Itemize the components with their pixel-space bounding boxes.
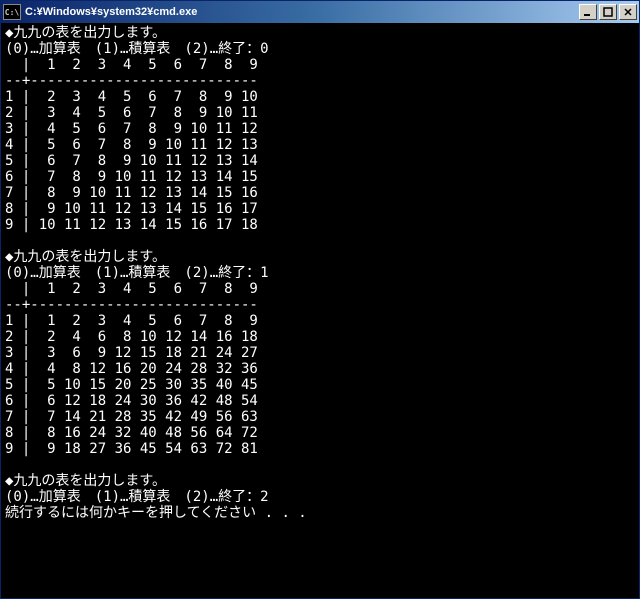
minimize-button[interactable] bbox=[579, 4, 597, 20]
maximize-button[interactable] bbox=[599, 4, 617, 20]
cmd-icon: C:\ bbox=[3, 4, 21, 20]
close-button[interactable] bbox=[619, 4, 637, 20]
window-buttons bbox=[579, 4, 637, 20]
titlebar: C:\ C:¥Windows¥system32¥cmd.exe bbox=[1, 1, 639, 23]
cmd-window: C:\ C:¥Windows¥system32¥cmd.exe ◆九九の表を出力… bbox=[0, 0, 640, 599]
console-output[interactable]: ◆九九の表を出力します。 (0)…加算表 (1)…積算表 (2)…終了：0 | … bbox=[1, 23, 639, 598]
window-title: C:¥Windows¥system32¥cmd.exe bbox=[25, 6, 579, 18]
